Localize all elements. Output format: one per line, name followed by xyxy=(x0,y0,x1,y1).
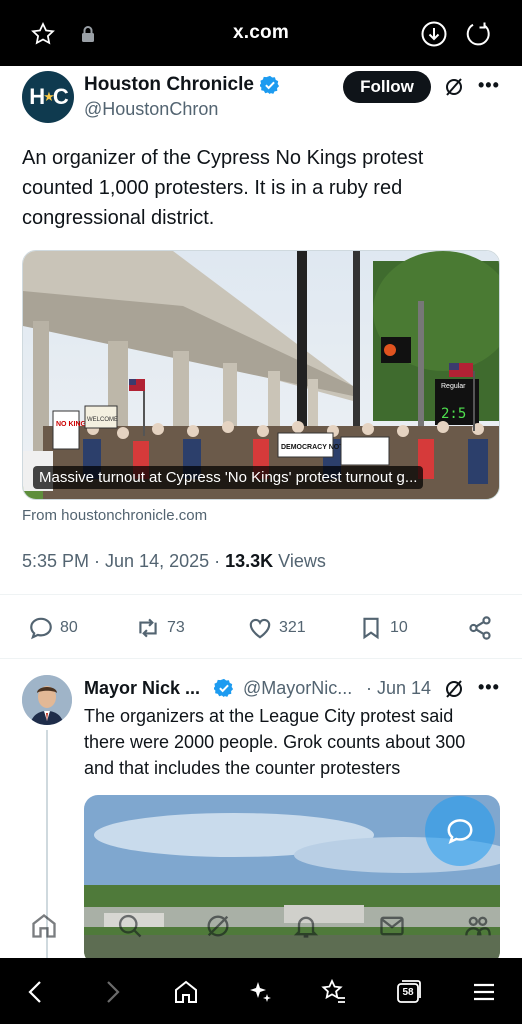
sign-text: WELCOME xyxy=(87,417,118,423)
more-icon[interactable]: ••• xyxy=(478,677,500,698)
sign-text: Regular xyxy=(441,383,466,390)
verified-icon xyxy=(260,75,280,95)
tab-count: 58 xyxy=(402,987,414,998)
views-label: Views xyxy=(273,551,326,571)
download-icon[interactable] xyxy=(420,20,448,48)
bookmark-button[interactable]: 10 xyxy=(358,614,408,642)
reply-author-avatar[interactable] xyxy=(22,675,72,725)
forward-icon[interactable] xyxy=(98,978,126,1006)
reply-author-handle[interactable]: @MayorNic... xyxy=(243,678,352,699)
author-avatar[interactable]: H ★ C xyxy=(22,71,74,123)
link-source[interactable]: From houstonchronicle.com xyxy=(22,507,207,524)
share-icon xyxy=(469,616,491,640)
reload-icon[interactable] xyxy=(464,20,492,48)
browser-bottom-bar: 58 xyxy=(0,958,522,1024)
tweet-timestamp: 5:35 PM · Jun 14, 2025 · 13.3K Views xyxy=(22,551,326,572)
repost-icon xyxy=(139,618,157,638)
link-card-title: Massive turnout at Cypress 'No Kings' pr… xyxy=(33,466,424,489)
like-icon xyxy=(249,618,271,639)
x-bottom-nav xyxy=(0,900,522,958)
author-handle[interactable]: @HoustonChron xyxy=(84,99,218,120)
mail-icon[interactable] xyxy=(378,912,406,940)
bookmark-count: 10 xyxy=(390,619,408,636)
link-card-image[interactable]: Regular 2:5 NO KINGS WELCOME DEMOCRACY N… xyxy=(22,250,500,500)
bookmark-icon xyxy=(363,617,379,640)
reply-author-name[interactable]: Mayor Nick ... xyxy=(84,678,200,699)
repost-count: 73 xyxy=(167,619,185,636)
tabs-button[interactable]: 58 xyxy=(394,978,422,1006)
communities-icon[interactable] xyxy=(464,912,492,940)
reply-button[interactable]: 80 xyxy=(28,614,78,642)
menu-icon[interactable] xyxy=(470,978,498,1006)
author-name[interactable]: Houston Chronicle xyxy=(84,74,254,96)
like-count: 321 xyxy=(279,619,306,636)
more-icon[interactable]: ••• xyxy=(478,75,500,96)
divider xyxy=(0,658,522,659)
grok-icon[interactable] xyxy=(204,912,232,940)
divider xyxy=(0,594,522,595)
compose-icon xyxy=(447,819,473,844)
share-button[interactable] xyxy=(467,614,499,642)
tweet-text: An organizer of the Cypress No Kings pro… xyxy=(22,147,424,229)
repost-button[interactable]: 73 xyxy=(135,614,185,642)
follow-button[interactable]: Follow xyxy=(343,71,431,103)
protest-photo: Regular 2:5 NO KINGS WELCOME DEMOCRACY N… xyxy=(23,251,499,499)
like-button[interactable]: 321 xyxy=(247,614,306,642)
reply-date[interactable]: · Jun 14 xyxy=(366,678,431,699)
sign-text: 2:5 xyxy=(441,406,466,422)
grok-icon[interactable] xyxy=(444,679,464,699)
compose-button[interactable] xyxy=(425,796,495,866)
sparkle-icon[interactable] xyxy=(246,978,274,1006)
avatar-photo xyxy=(22,675,72,725)
grok-icon[interactable] xyxy=(444,77,464,97)
favorites-icon[interactable] xyxy=(320,978,348,1006)
home-icon[interactable] xyxy=(30,912,58,940)
home-icon[interactable] xyxy=(172,978,200,1006)
sign-text: DEMOCRACY NOT xyxy=(281,444,344,451)
search-icon[interactable] xyxy=(116,912,144,940)
reply-count: 80 xyxy=(60,619,78,636)
verified-icon xyxy=(214,678,234,698)
timestamp-text: 5:35 PM · Jun 14, 2025 · xyxy=(22,551,226,571)
bell-icon[interactable] xyxy=(292,912,320,940)
back-icon[interactable] xyxy=(22,978,50,1006)
reply-icon xyxy=(30,617,52,640)
browser-top-bar: x.com xyxy=(0,0,522,66)
reply-text: The organizers at the League City protes… xyxy=(84,706,466,778)
views-count: 13.3K xyxy=(225,551,274,571)
